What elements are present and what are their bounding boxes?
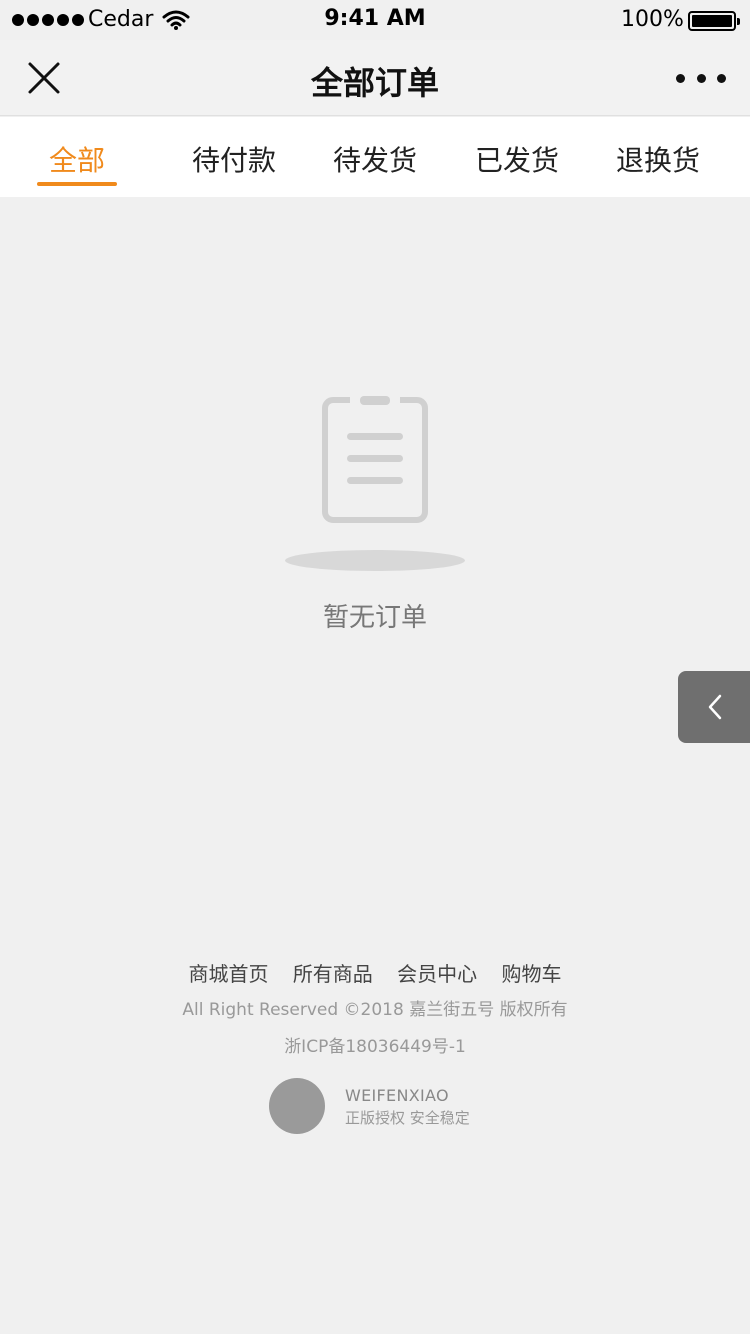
tab-pending-shipment[interactable]: 待发货 xyxy=(315,117,435,197)
footer-links: 商城首页 所有商品 会员中心 购物车 xyxy=(0,958,750,987)
active-tab-indicator xyxy=(37,182,117,186)
footer-link-cart[interactable]: 购物车 xyxy=(502,962,562,986)
more-options-button[interactable] xyxy=(676,60,726,96)
tab-returns[interactable]: 退换货 xyxy=(598,117,718,197)
clipboard-icon xyxy=(320,395,430,525)
copyright-text: All Right Reserved ©2018 嘉兰街五号 版权所有 xyxy=(182,1000,568,1020)
battery-percentage: 100% xyxy=(621,7,684,32)
navigation-bar: 全部订单 xyxy=(0,40,750,116)
tab-label: 已发货 xyxy=(474,144,559,177)
order-list-screen: Cedar 9:41 AM 100% 全部订单 全部 待付款 待发货 已发货 退… xyxy=(0,0,750,1334)
footer-link-all-products[interactable]: 所有商品 xyxy=(293,962,373,986)
chevron-left-icon xyxy=(708,694,722,720)
close-icon xyxy=(28,62,60,94)
tab-label: 全部 xyxy=(48,144,105,177)
order-status-tabs: 全部 待付款 待发货 已发货 退换货 xyxy=(0,117,750,197)
battery-icon xyxy=(688,11,740,31)
tab-label: 退换货 xyxy=(615,144,700,177)
icp-license: 浙ICP备18036449号-1 xyxy=(284,1037,466,1057)
page-title: 全部订单 xyxy=(310,64,439,102)
more-dots-icon xyxy=(676,73,685,83)
empty-state-message: 暂无订单 xyxy=(322,603,427,633)
brand-name: WEIFENXIAO xyxy=(345,1086,449,1105)
footer-link-member-center[interactable]: 会员中心 xyxy=(397,962,477,986)
icon-shadow xyxy=(285,550,465,571)
status-bar: Cedar 9:41 AM 100% xyxy=(0,0,750,40)
brand-logo xyxy=(269,1078,325,1134)
tab-shipped[interactable]: 已发货 xyxy=(457,117,577,197)
floating-back-button[interactable] xyxy=(678,671,750,743)
tab-label: 待发货 xyxy=(332,144,417,177)
brand-tagline: 正版授权 安全稳定 xyxy=(345,1109,470,1127)
footer-link-home[interactable]: 商城首页 xyxy=(188,962,268,986)
tab-pending-payment[interactable]: 待付款 xyxy=(174,117,294,197)
close-button[interactable] xyxy=(22,56,66,100)
tab-label: 待付款 xyxy=(191,144,276,177)
